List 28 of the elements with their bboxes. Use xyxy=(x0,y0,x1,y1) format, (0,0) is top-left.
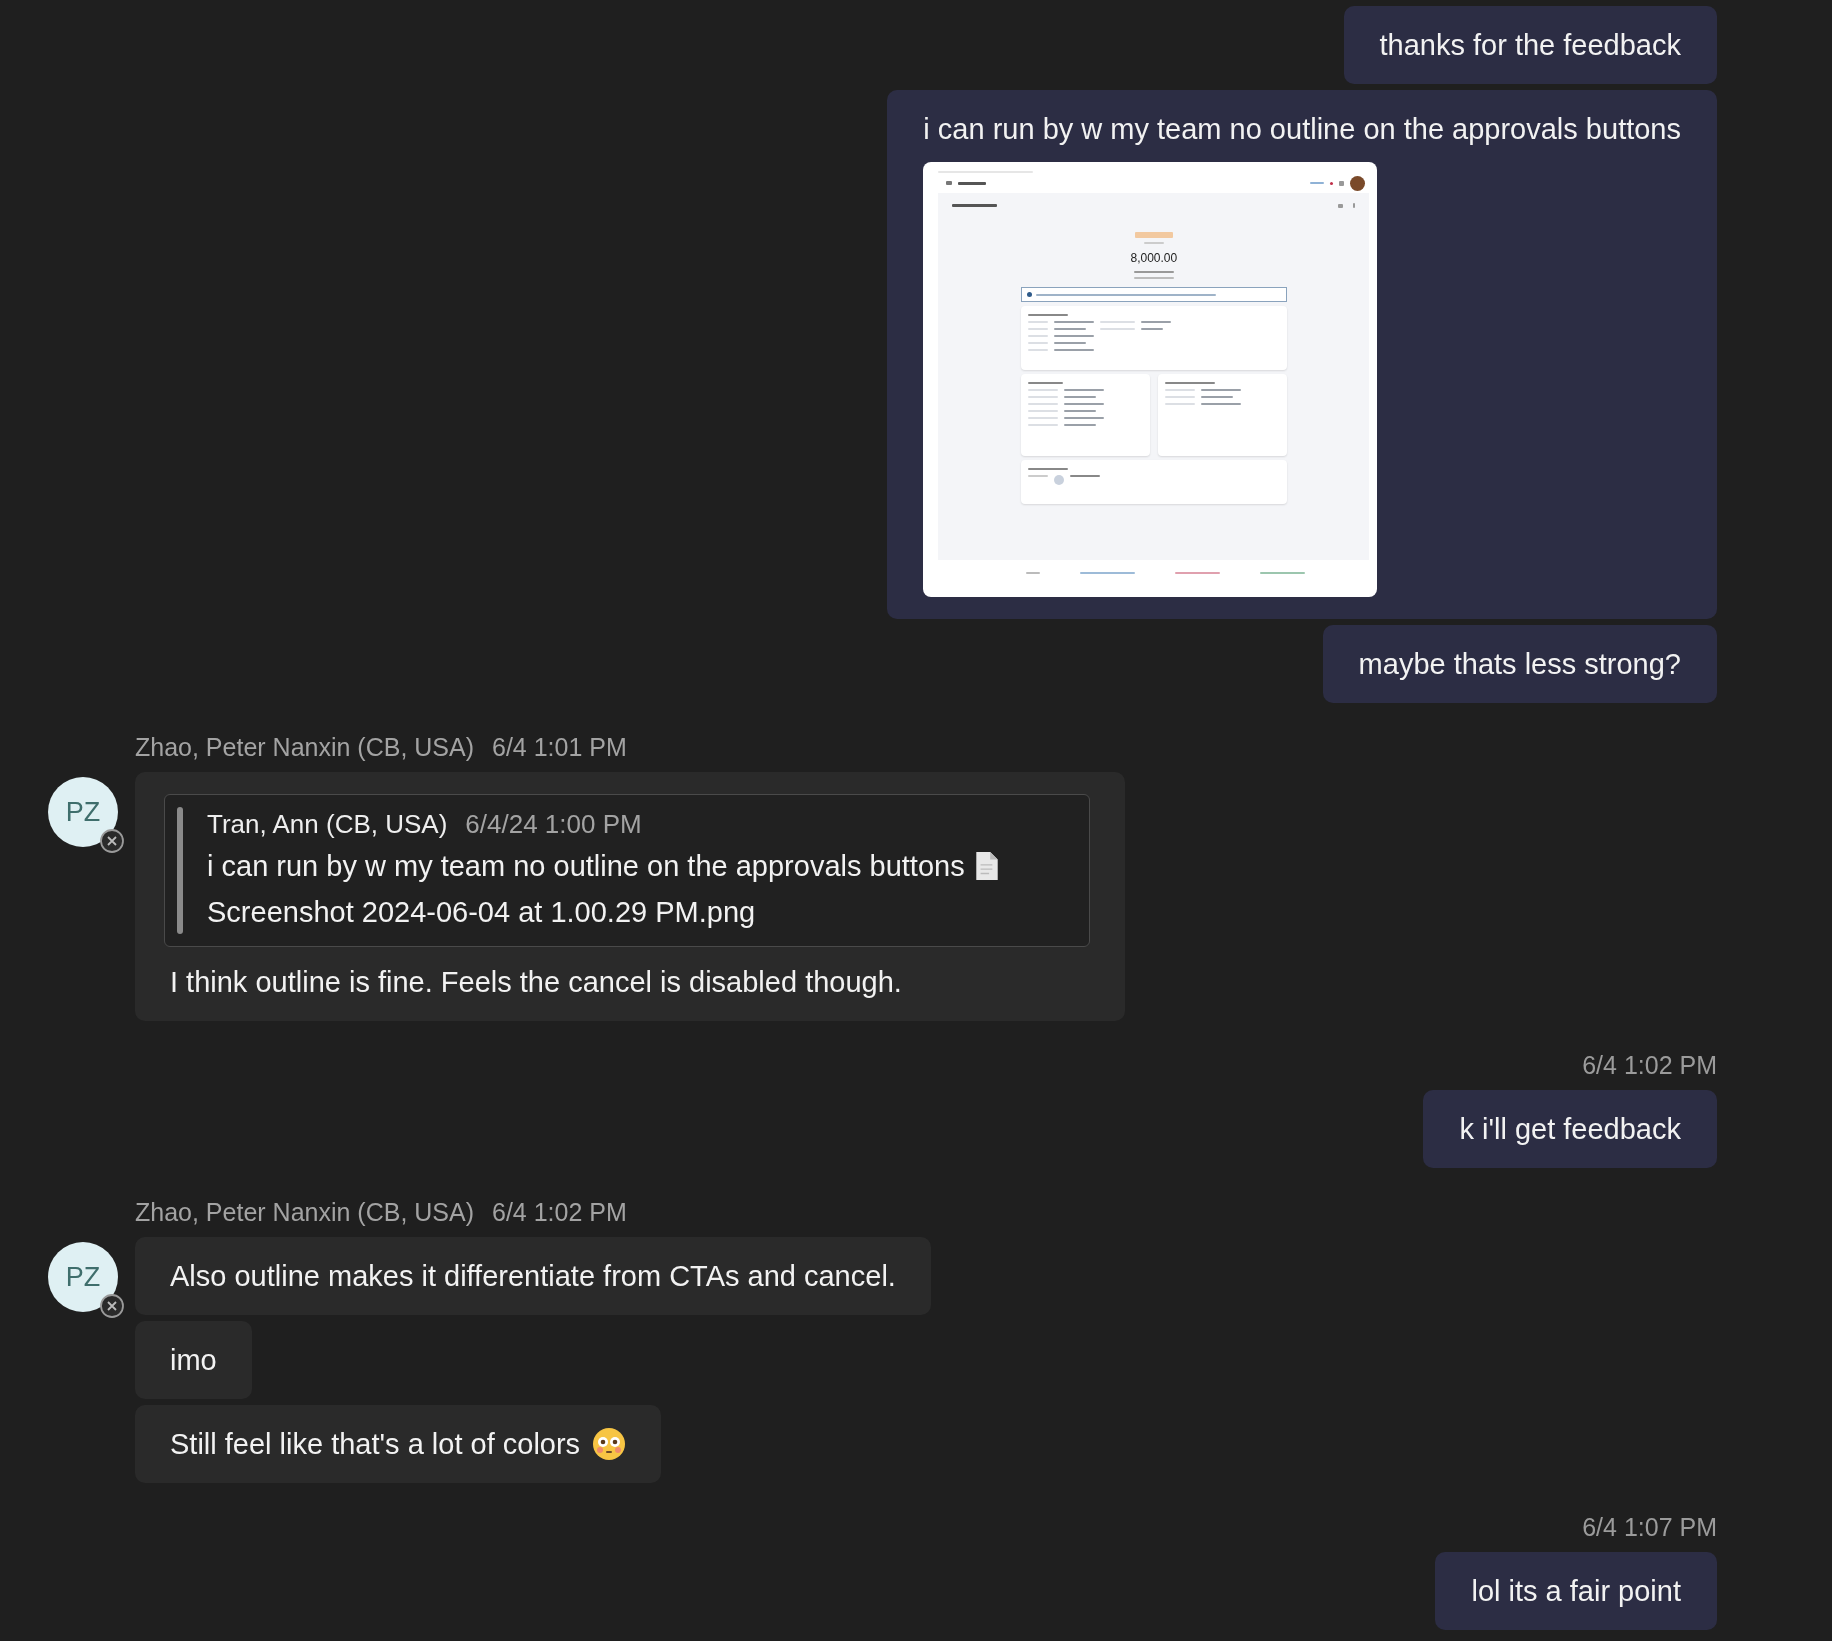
timestamp: 6/4 1:07 PM xyxy=(1582,1513,1717,1542)
quote-author: Tran, Ann (CB, USA) xyxy=(207,809,448,840)
status-dot xyxy=(1053,475,1064,485)
message-text: k i'll get feedback xyxy=(1459,1112,1681,1146)
close-circle-icon xyxy=(100,829,124,853)
screenshot-thumbnail[interactable]: 8,000.00 xyxy=(923,162,1378,597)
message-text: maybe thats less strong? xyxy=(1358,647,1681,681)
timestamp: 6/4 1:01 PM xyxy=(492,733,627,762)
avatar[interactable]: PZ xyxy=(48,777,118,847)
sender-name: Zhao, Peter Nanxin (CB, USA) xyxy=(135,1198,474,1227)
timestamp: 6/4 1:02 PM xyxy=(492,1198,627,1227)
message-text: I think outline is fine. Feels the cancel is disabled though. xyxy=(170,965,902,999)
message-text: i can run by w my team no outline on the approvals buttons xyxy=(923,112,1681,146)
message-text: Also outline makes it differentiate from CTAs and cancel. xyxy=(170,1259,896,1293)
timestamp: 6/4 1:02 PM xyxy=(1582,1051,1717,1080)
message-text: thanks for the feedback xyxy=(1379,28,1681,62)
file-icon xyxy=(974,851,999,881)
file-name[interactable]: Screenshot 2024-06-04 at 1.00.29 PM.png xyxy=(207,892,999,932)
avatar[interactable]: PZ xyxy=(48,1242,118,1312)
sender-name: Zhao, Peter Nanxin (CB, USA) xyxy=(135,733,474,762)
message-text: Still feel like that's a lot of colors xyxy=(170,1427,581,1461)
message-text: lol its a fair point xyxy=(1471,1574,1681,1608)
quote-text: i can run by w my team no outline on the approvals buttons xyxy=(207,849,965,884)
message-text: imo xyxy=(170,1343,217,1377)
close-circle-icon xyxy=(100,1294,124,1318)
avatar xyxy=(1350,175,1366,191)
payment-amount: 8,000.00 xyxy=(1130,251,1178,265)
quote-time: 6/4/24 1:00 PM xyxy=(465,809,642,840)
